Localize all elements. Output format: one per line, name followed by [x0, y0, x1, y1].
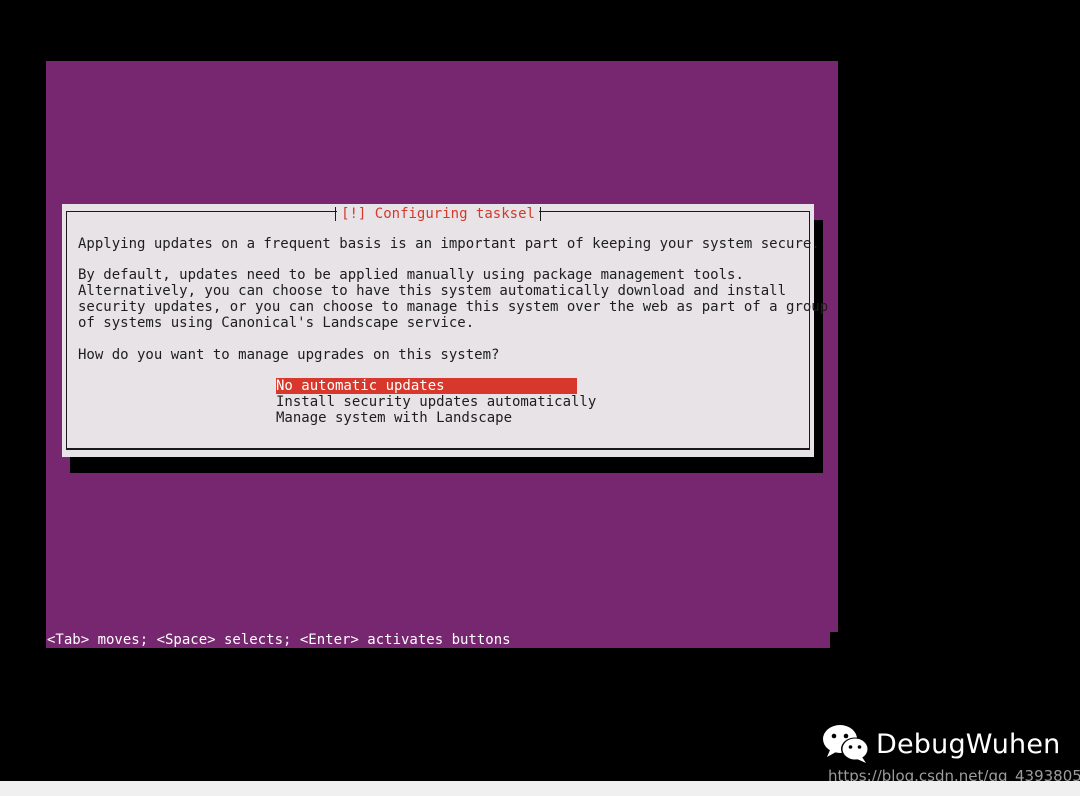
bottom-bar: [0, 781, 1080, 796]
wechat-icon: [823, 725, 869, 763]
description-line-4: of systems using Canonical's Landscape s…: [78, 315, 475, 331]
watermark: DebugWuhen: [822, 724, 1060, 764]
description-line-2: Alternatively, you can choose to have th…: [78, 283, 787, 299]
upgrade-question: How do you want to manage upgrades on th…: [78, 347, 500, 363]
dialog-title-wrap: [!] Configuring tasksel: [67, 203, 809, 222]
tasksel-dialog: [!] Configuring tasksel Applying updates…: [62, 203, 828, 457]
option-install-security-updates[interactable]: Install security updates automatically: [276, 394, 596, 410]
dialog-title: [!] Configuring tasksel: [335, 206, 541, 222]
intro-paragraph: Applying updates on a frequent basis is …: [78, 236, 820, 252]
option-manage-with-landscape[interactable]: Manage system with Landscape: [276, 410, 577, 426]
keyboard-hint: <Tab> moves; <Space> selects; <Enter> ac…: [47, 632, 511, 648]
option-no-automatic-updates[interactable]: No automatic updates: [276, 378, 577, 394]
upgrade-options-list: No automatic updates Install security up…: [276, 378, 596, 426]
description-line-1: By default, updates need to be applied m…: [78, 267, 744, 283]
watermark-name: DebugWuhen: [876, 728, 1061, 760]
description-line-3: security updates, or you can choose to m…: [78, 299, 829, 315]
